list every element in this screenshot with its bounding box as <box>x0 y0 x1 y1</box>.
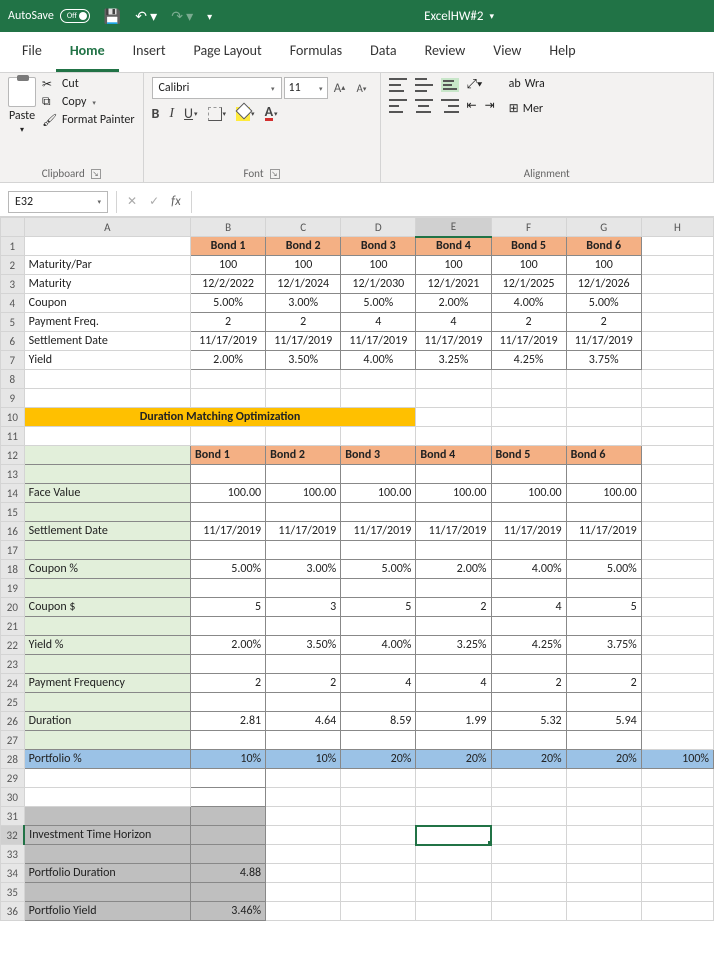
wrap-text-button[interactable]: abWra <box>509 77 545 91</box>
col-header[interactable]: F <box>491 218 566 237</box>
orientation-icon[interactable]: ⤢▾ <box>467 77 483 92</box>
group-alignment-label: Alignment <box>524 167 570 180</box>
col-header[interactable]: H <box>641 218 713 237</box>
font-color-icon: A <box>265 106 273 121</box>
group-alignment: ⤢▾ ⇤ ⇥ abWra ⊞Mer Alignment <box>381 73 714 182</box>
tab-review[interactable]: Review <box>411 32 480 72</box>
underline-button[interactable]: U▾ <box>184 105 198 122</box>
increase-font-icon[interactable]: A▴ <box>330 77 350 99</box>
col-header[interactable]: A <box>24 218 190 237</box>
font-color-button[interactable]: A▾ <box>265 106 278 121</box>
col-header[interactable]: B <box>191 218 266 237</box>
col-header[interactable]: G <box>566 218 641 237</box>
italic-button[interactable]: I <box>169 106 174 122</box>
paint-bucket-icon <box>236 107 250 121</box>
enter-formula-icon[interactable]: ✓ <box>149 194 159 209</box>
decrease-font-icon[interactable]: A▾ <box>352 77 372 99</box>
save-icon[interactable]: 💾 <box>104 8 121 25</box>
tab-insert[interactable]: Insert <box>119 32 180 72</box>
fx-icon[interactable]: fx <box>171 194 181 209</box>
format-painter-button[interactable]: 🖌Format Painter <box>42 113 135 127</box>
copy-button[interactable]: ⧉Copy▾ <box>42 95 135 109</box>
group-clipboard-label: Clipboard <box>42 167 85 180</box>
undo-icon[interactable]: ↶ ▾ <box>135 8 157 25</box>
copy-icon: ⧉ <box>42 95 56 109</box>
formula-bar: E32▾ ✕ ✓ fx <box>0 187 714 217</box>
fill-color-button[interactable]: ▾ <box>236 107 255 121</box>
align-left-icon[interactable] <box>389 99 407 113</box>
font-size-combo[interactable]: 11▾ <box>284 77 328 99</box>
wrap-icon: ab <box>509 77 521 91</box>
align-bottom-icon[interactable] <box>441 78 459 92</box>
clipboard-dialog-launcher[interactable]: ↘ <box>91 169 101 179</box>
tab-file[interactable]: File <box>8 32 56 72</box>
ribbon-tabs: File Home Insert Page Layout Formulas Da… <box>0 32 714 73</box>
autosave-label: AutoSave <box>8 9 54 23</box>
redo-icon[interactable]: ↷ ▾ <box>171 8 193 25</box>
autosave-toggle[interactable]: Off <box>60 9 90 23</box>
tab-formulas[interactable]: Formulas <box>276 32 356 72</box>
worksheet: A B C D E F G H 1Bond 1Bond 2Bond 3Bond … <box>0 217 714 921</box>
align-middle-icon[interactable] <box>415 78 433 92</box>
font-dialog-launcher[interactable]: ↘ <box>270 169 280 179</box>
active-cell[interactable] <box>416 826 491 845</box>
tab-data[interactable]: Data <box>356 32 410 72</box>
paste-button[interactable]: Paste ▾ <box>8 77 36 135</box>
tab-home[interactable]: Home <box>56 32 119 72</box>
clipboard-icon <box>8 77 36 107</box>
col-header[interactable]: D <box>341 218 416 237</box>
merge-icon: ⊞ <box>509 101 519 116</box>
cancel-formula-icon[interactable]: ✕ <box>127 194 137 209</box>
row-header[interactable]: 1 <box>1 237 25 256</box>
align-center-icon[interactable] <box>415 99 433 113</box>
select-all-corner[interactable] <box>1 218 25 237</box>
increase-indent-icon[interactable]: ⇥ <box>485 98 495 113</box>
bold-button[interactable]: B <box>152 105 160 122</box>
tab-help[interactable]: Help <box>535 32 589 72</box>
cut-button[interactable]: ✂Cut <box>42 77 135 91</box>
border-icon <box>208 107 222 121</box>
font-name-combo[interactable]: Calibri▾ <box>152 77 282 99</box>
tab-view[interactable]: View <box>479 32 535 72</box>
col-header[interactable]: C <box>266 218 341 237</box>
col-header[interactable]: E <box>416 218 491 237</box>
group-font-label: Font <box>243 167 263 180</box>
name-box[interactable]: E32▾ <box>8 191 108 213</box>
brush-icon: 🖌 <box>42 113 56 127</box>
tab-page-layout[interactable]: Page Layout <box>180 32 276 72</box>
title-bar: AutoSave Off 💾 ↶ ▾ ↷ ▾ ▾ ExcelHW#2▾ <box>0 0 714 32</box>
qat-customize-icon[interactable]: ▾ <box>207 10 212 23</box>
document-title: ExcelHW#2▾ <box>424 9 494 24</box>
align-right-icon[interactable] <box>441 99 459 113</box>
decrease-indent-icon[interactable]: ⇤ <box>467 98 477 113</box>
formula-input[interactable] <box>192 191 714 213</box>
scissors-icon: ✂ <box>42 77 56 91</box>
merge-center-button[interactable]: ⊞Mer <box>509 101 545 116</box>
ribbon: Paste ▾ ✂Cut ⧉Copy▾ 🖌Format Painter Clip… <box>0 73 714 183</box>
group-font: Calibri▾ 11▾ A▴ A▾ B I U▾ ▾ ▾ A▾ Font ↘ <box>144 73 381 182</box>
borders-button[interactable]: ▾ <box>208 107 227 121</box>
group-clipboard: Paste ▾ ✂Cut ⧉Copy▾ 🖌Format Painter Clip… <box>0 73 144 182</box>
grid[interactable]: A B C D E F G H 1Bond 1Bond 2Bond 3Bond … <box>0 217 714 921</box>
align-top-icon[interactable] <box>389 78 407 92</box>
